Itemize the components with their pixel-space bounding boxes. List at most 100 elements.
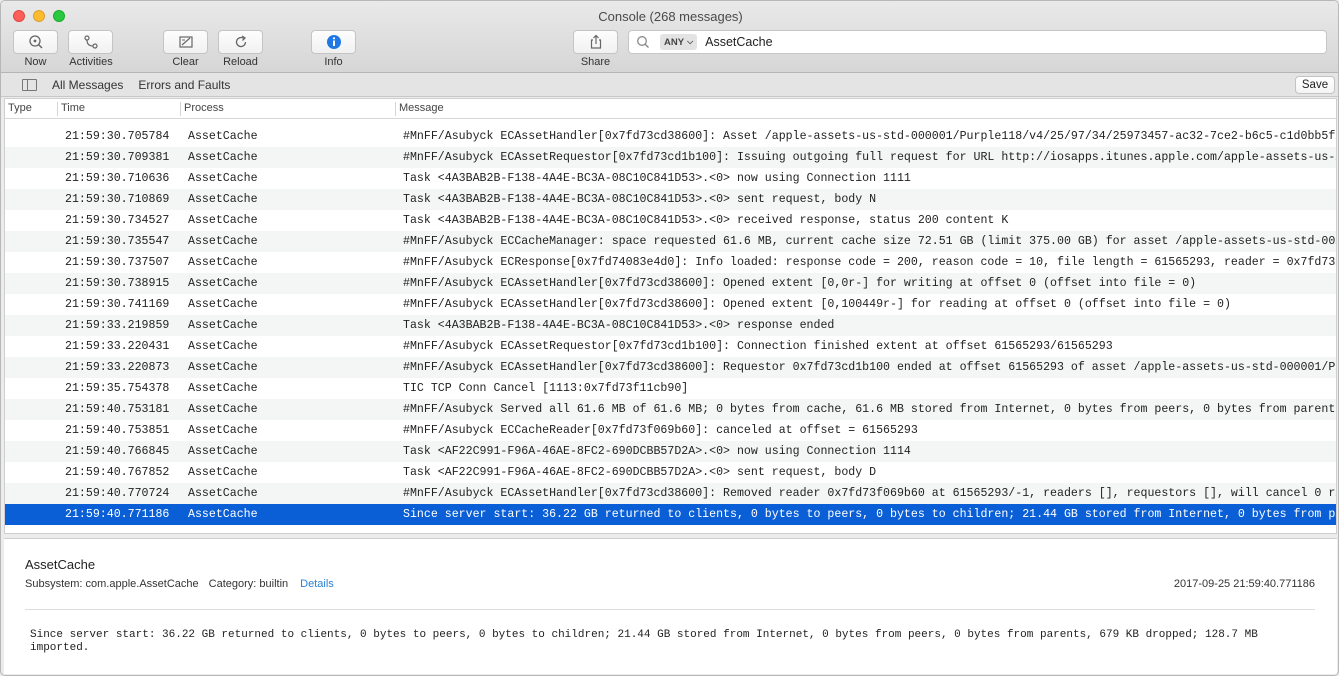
row-message: #MnFF/Asubyck ECCacheReader[0x7fd73f069b… (403, 424, 918, 437)
share-icon (590, 34, 601, 49)
info-label: Info (324, 56, 343, 68)
row-time: 21:59:30.710636 (65, 172, 170, 185)
table-header: Type Time Process Message (5, 99, 1336, 119)
reload-button[interactable] (218, 30, 263, 54)
search-input[interactable]: AssetCache (705, 35, 772, 49)
row-message: #MnFF/Asubyck ECAssetRequestor[0x7fd73cd… (403, 151, 1336, 164)
table-row[interactable]: 21:59:30.737507 AssetCache #MnFF/Asubyck E… (5, 252, 1336, 273)
row-time: 21:59:40.753851 (65, 424, 170, 437)
row-time: 21:59:40.766845 (65, 445, 170, 458)
reload-label: Reload (223, 56, 258, 68)
row-process: AssetCache (188, 151, 258, 164)
row-time: 21:59:40.771186 (65, 508, 170, 521)
row-message: Task <4A3BAB2B-F138-4A4E-BC3A-08C10C841D… (403, 319, 835, 332)
table-row[interactable]: 21:59:30.738915 AssetCache #MnFF/Asubyck E… (5, 273, 1336, 294)
column-time[interactable]: Time (61, 102, 85, 114)
row-message: #MnFF/Asubyck ECAssetHandler[0x7fd73cd38… (403, 130, 1336, 143)
filter-all-messages[interactable]: All Messages (52, 78, 123, 92)
info-button[interactable] (311, 30, 356, 54)
clear-button[interactable] (163, 30, 208, 54)
row-process: AssetCache (188, 340, 258, 353)
row-time: 21:59:33.220873 (65, 361, 170, 374)
table-row[interactable]: 21:59:40.753181 AssetCache #MnFF/Asubyck S… (5, 399, 1336, 420)
table-row[interactable]: 21:59:33.219859 AssetCache Task <4A3BAB2B-… (5, 315, 1336, 336)
share-button[interactable] (573, 30, 618, 54)
activities-icon (83, 35, 98, 49)
row-process: AssetCache (188, 361, 258, 374)
row-message: #MnFF/Asubyck ECResponse[0x7fd74083e4d0]… (403, 256, 1336, 269)
row-time: 21:59:30.710869 (65, 193, 170, 206)
clear-label: Clear (172, 56, 199, 68)
row-message: Task <AF22C991-F96A-46AE-8FC2-690DCBB57D… (403, 466, 877, 479)
row-message: Task <4A3BAB2B-F138-4A4E-BC3A-08C10C841D… (403, 193, 877, 206)
table-row[interactable]: 21:59:30.741169 AssetCache #MnFF/Asubyck E… (5, 294, 1336, 315)
row-message: #MnFF/Asubyck ECAssetHandler[0x7fd73cd38… (403, 361, 1336, 374)
search-scope-label: ANY (664, 36, 685, 48)
row-time: 21:59:40.753181 (65, 403, 170, 416)
row-message: Task <4A3BAB2B-F138-4A4E-BC3A-08C10C841D… (403, 172, 911, 185)
row-time: 21:59:30.734527 (65, 214, 170, 227)
now-label: Now (24, 56, 47, 68)
detail-title: AssetCache (25, 557, 96, 572)
row-message: #MnFF/Asubyck Served all 61.6 MB of 61.6… (403, 403, 1336, 416)
filter-errors-faults[interactable]: Errors and Faults (138, 78, 230, 92)
table-row[interactable]: 21:59:40.767852 AssetCache Task <AF22C991-… (5, 462, 1336, 483)
detail-message: Since server start: 36.22 GB returned to… (30, 629, 1258, 654)
now-icon (28, 35, 43, 49)
row-time: 21:59:30.709381 (65, 151, 170, 164)
row-process: AssetCache (188, 298, 258, 311)
column-type[interactable]: Type (8, 102, 32, 114)
table-row-selected[interactable]: 21:59:40.771186 AssetCache Since server st… (5, 504, 1336, 525)
row-time: 21:59:30.737507 (65, 256, 170, 269)
row-message: #MnFF/Asubyck ECCacheManager: space requ… (403, 235, 1336, 248)
detail-divider (25, 609, 1315, 610)
detail-meta: Subsystem: com.apple.AssetCache Category… (25, 578, 334, 590)
row-message: Task <4A3BAB2B-F138-4A4E-BC3A-08C10C841D… (403, 214, 1009, 227)
table-row[interactable]: 21:59:30.710636 AssetCache Task <4A3BAB2B-… (5, 168, 1336, 189)
row-time: 21:59:30.738915 (65, 277, 170, 290)
table-row[interactable]: 21:59:35.754378 AssetCache TIC TCP Conn Ca… (5, 378, 1336, 399)
row-message: #MnFF/Asubyck ECAssetRequestor[0x7fd73cd… (403, 340, 1113, 353)
save-button[interactable]: Save (1295, 76, 1335, 94)
detail-timestamp: 2017-09-25 21:59:40.771186 (1173, 578, 1315, 590)
row-process: AssetCache (188, 214, 258, 227)
activities-button[interactable] (68, 30, 113, 54)
table-row[interactable]: 21:59:33.220431 AssetCache #MnFF/Asubyck E… (5, 336, 1336, 357)
table-row[interactable]: 21:59:33.220873 AssetCache #MnFF/Asubyck E… (5, 357, 1336, 378)
row-process: AssetCache (188, 277, 258, 290)
row-process: AssetCache (188, 235, 258, 248)
row-process: AssetCache (188, 508, 258, 521)
table-row[interactable]: 21:59:30.735547 AssetCache #MnFF/Asubyck E… (5, 231, 1336, 252)
row-process: AssetCache (188, 193, 258, 206)
table-row[interactable]: 21:59:40.770724 AssetCache #MnFF/Asubyck E… (5, 483, 1336, 504)
details-link[interactable]: Details (300, 578, 334, 590)
search-field[interactable]: ANY ⌵ AssetCache (628, 30, 1327, 54)
row-time: 21:59:40.767852 (65, 466, 170, 479)
table-row[interactable]: 21:59:30.734527 AssetCache Task <4A3BAB2B-… (5, 210, 1336, 231)
column-message[interactable]: Message (399, 102, 444, 114)
search-icon (637, 36, 649, 48)
share-label: Share (580, 56, 611, 68)
table-body[interactable]: 21:59:30.705784 AssetCache #MnFF/Asubyck E… (5, 120, 1336, 533)
table-row[interactable]: 21:59:30.710869 AssetCache Task <4A3BAB2B-… (5, 189, 1336, 210)
row-process: AssetCache (188, 382, 258, 395)
info-icon (326, 35, 341, 49)
sidebar-toggle-icon[interactable] (22, 78, 37, 91)
window-title: Console (268 messages) (598, 9, 743, 24)
now-button[interactable] (13, 30, 58, 54)
row-time: 21:59:30.735547 (65, 235, 170, 248)
clear-icon (178, 36, 193, 48)
table-row[interactable]: 21:59:40.766845 AssetCache Task <AF22C991-… (5, 441, 1336, 462)
activities-label: Activities (69, 56, 113, 68)
row-message: #MnFF/Asubyck ECAssetHandler[0x7fd73cd38… (403, 298, 1231, 311)
table-row[interactable]: 21:59:30.709381 AssetCache #MnFF/Asubyck E… (5, 147, 1336, 168)
column-process[interactable]: Process (184, 102, 224, 114)
search-scope-token[interactable]: ANY ⌵ (660, 34, 698, 50)
row-process: AssetCache (188, 256, 258, 269)
table-row[interactable]: 21:59:40.753851 AssetCache #MnFF/Asubyck E… (5, 420, 1336, 441)
row-time: 21:59:30.705784 (65, 130, 170, 143)
table-row[interactable]: 21:59:30.705784 AssetCache #MnFF/Asubyck E… (5, 126, 1336, 147)
row-time: 21:59:33.220431 (65, 340, 170, 353)
console-window: Console (268 messages) Now Activities Cl… (0, 0, 1339, 676)
row-message: #MnFF/Asubyck ECAssetHandler[0x7fd73cd38… (403, 487, 1336, 500)
